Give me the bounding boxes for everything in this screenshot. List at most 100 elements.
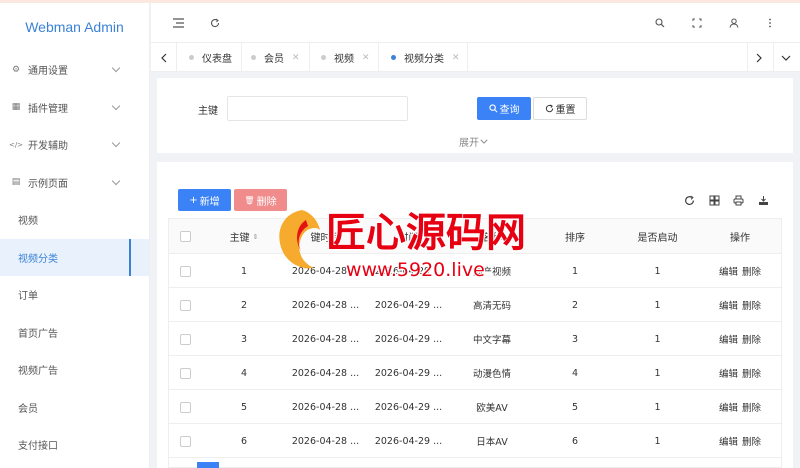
- query-button[interactable]: 查询: [477, 97, 531, 120]
- trash-icon: 🗑: [244, 195, 255, 205]
- plugin-icon: ▦: [11, 102, 21, 113]
- tab-member[interactable]: 会员 ✕: [251, 43, 300, 72]
- tab-scroll-right-icon[interactable]: [752, 51, 766, 65]
- plus-icon: +: [189, 194, 198, 206]
- sidebar-item-2[interactable]: </> 开发辅助: [0, 126, 149, 164]
- select-cell: [169, 288, 201, 322]
- sidebar-subitem-4[interactable]: 视频广告: [0, 351, 149, 389]
- cell-actions: 编辑 删除: [699, 390, 781, 424]
- key-input[interactable]: [227, 96, 408, 121]
- delete-link[interactable]: 删除: [742, 400, 761, 414]
- cell-name: 动漫色情: [472, 369, 511, 380]
- close-icon[interactable]: ✕: [452, 53, 460, 63]
- cell-name: 日本AV: [476, 437, 508, 448]
- menu-toggle-icon[interactable]: [171, 16, 185, 30]
- more-vertical-icon[interactable]: [763, 16, 777, 30]
- sidebar-subitem-0[interactable]: 视频: [0, 201, 149, 239]
- delete-link[interactable]: 删除: [742, 264, 761, 278]
- cell-enabled: 1: [654, 333, 661, 345]
- sidebar-subitem-3[interactable]: 首页广告: [0, 314, 149, 352]
- edit-link[interactable]: 编辑: [719, 298, 738, 312]
- tab-divider: [467, 43, 468, 72]
- app-logo[interactable]: Webman Admin: [0, 3, 149, 51]
- cell-enabled: 1: [654, 265, 661, 277]
- export-icon[interactable]: [756, 193, 770, 207]
- sidebar-item-0[interactable]: ⚙ 通用设置: [0, 51, 149, 89]
- column-header-name: 名称: [482, 233, 502, 244]
- row-checkbox[interactable]: [179, 265, 191, 277]
- add-button[interactable]: + 新增: [178, 189, 231, 211]
- pagination-current-page[interactable]: [197, 462, 219, 468]
- cell-created: 2026-04-28 ...: [291, 333, 360, 345]
- row-checkbox[interactable]: [179, 333, 191, 345]
- sidebar-subitem-1[interactable]: 视频分类: [0, 238, 149, 276]
- cell-sort: 2: [571, 299, 579, 311]
- cell-enabled: 1: [654, 299, 661, 311]
- sidebar-item-1[interactable]: ▦ 插件管理: [0, 89, 149, 127]
- sidebar-item-label: 通用设置: [28, 66, 68, 78]
- refresh-icon: [545, 104, 553, 113]
- edit-link[interactable]: 编辑: [719, 400, 738, 414]
- sidebar-item-label: 视频分类: [18, 253, 58, 265]
- cell-updated: 2026-04-29 ...: [374, 299, 443, 311]
- select-all-checkbox[interactable]: [179, 231, 191, 242]
- fullscreen-icon[interactable]: [690, 16, 704, 30]
- batch-delete-button[interactable]: 🗑 删除: [234, 189, 287, 211]
- cell-sort: 5: [571, 401, 579, 413]
- delete-label: 删除: [256, 196, 277, 208]
- select-cell: [169, 322, 201, 356]
- tab-video-category[interactable]: 视频分类 ✕: [391, 43, 460, 72]
- cell-sort: 6: [571, 435, 579, 447]
- sidebar-item-3[interactable]: ▤ 示例页面: [0, 164, 149, 202]
- table-row: 4 2026-04-28 ... 2026-04-29 ... 动漫色情 4 1 编辑 删除: [169, 356, 781, 390]
- user-icon[interactable]: [727, 16, 741, 30]
- chevron-down-icon[interactable]: [779, 51, 793, 65]
- tab-label: 视频分类: [404, 54, 444, 65]
- sidebar: Webman Admin ⚙ 通用设置 ▦ 插件管理 </> 开发辅助 ▤ 示例页面 视频视频分…: [0, 3, 150, 468]
- tab-video[interactable]: 视频 ✕: [321, 43, 370, 72]
- select-cell: [169, 424, 201, 458]
- cell-sort: 1: [571, 265, 579, 277]
- edit-link[interactable]: 编辑: [719, 332, 738, 346]
- table-row: 3 2026-04-28 ... 2026-04-29 ... 中文字幕 3 1 编辑 删除: [169, 322, 781, 356]
- sort-icon[interactable]: ⇕: [253, 233, 259, 241]
- row-checkbox[interactable]: [179, 401, 191, 413]
- delete-link[interactable]: 删除: [742, 434, 761, 448]
- edit-link[interactable]: 编辑: [719, 366, 738, 380]
- refresh-icon[interactable]: [208, 16, 222, 30]
- delete-link[interactable]: 删除: [742, 298, 761, 312]
- expand-toggle[interactable]: 展开: [459, 134, 488, 149]
- cell-actions: 编辑 删除: [699, 356, 781, 390]
- row-checkbox[interactable]: [179, 435, 191, 447]
- print-icon[interactable]: [731, 193, 745, 207]
- reset-button[interactable]: 重置: [533, 97, 587, 120]
- sidebar-item-label: 首页广告: [18, 328, 58, 340]
- cell-id: 2: [240, 299, 248, 311]
- cell-updated: 2026-04-29 ...: [374, 435, 443, 447]
- sidebar-subitem-5[interactable]: 会员: [0, 389, 149, 427]
- tab-divider: [176, 43, 177, 72]
- cell-name: 高清无码: [472, 301, 511, 312]
- tab-dashboard[interactable]: 仪表盘: [189, 43, 232, 72]
- sidebar-subitem-6[interactable]: 支付接口: [0, 426, 149, 464]
- column-header-created: 键时间: [310, 233, 341, 244]
- tab-dot: [251, 55, 256, 60]
- edit-link[interactable]: 编辑: [719, 264, 738, 278]
- refresh-icon[interactable]: [682, 193, 696, 207]
- cell-updated: 2026-04-29 ...: [374, 265, 443, 277]
- sidebar-subitem-2[interactable]: 订单: [0, 276, 149, 314]
- columns-icon[interactable]: [707, 193, 721, 207]
- column-header-id[interactable]: 主键 ⇕: [209, 219, 279, 254]
- cell-actions: 编辑 删除: [699, 322, 781, 356]
- sidebar-item-label: 会员: [18, 403, 38, 415]
- close-icon[interactable]: ✕: [362, 53, 370, 63]
- close-icon[interactable]: ✕: [292, 53, 300, 63]
- search-icon[interactable]: [653, 16, 667, 30]
- delete-link[interactable]: 删除: [742, 332, 761, 346]
- tab-scroll-left-icon[interactable]: [157, 51, 171, 65]
- delete-link[interactable]: 删除: [742, 366, 761, 380]
- row-checkbox[interactable]: [179, 367, 191, 379]
- edit-link[interactable]: 编辑: [719, 434, 738, 448]
- row-checkbox[interactable]: [179, 299, 191, 311]
- header-label: 主键: [229, 233, 250, 244]
